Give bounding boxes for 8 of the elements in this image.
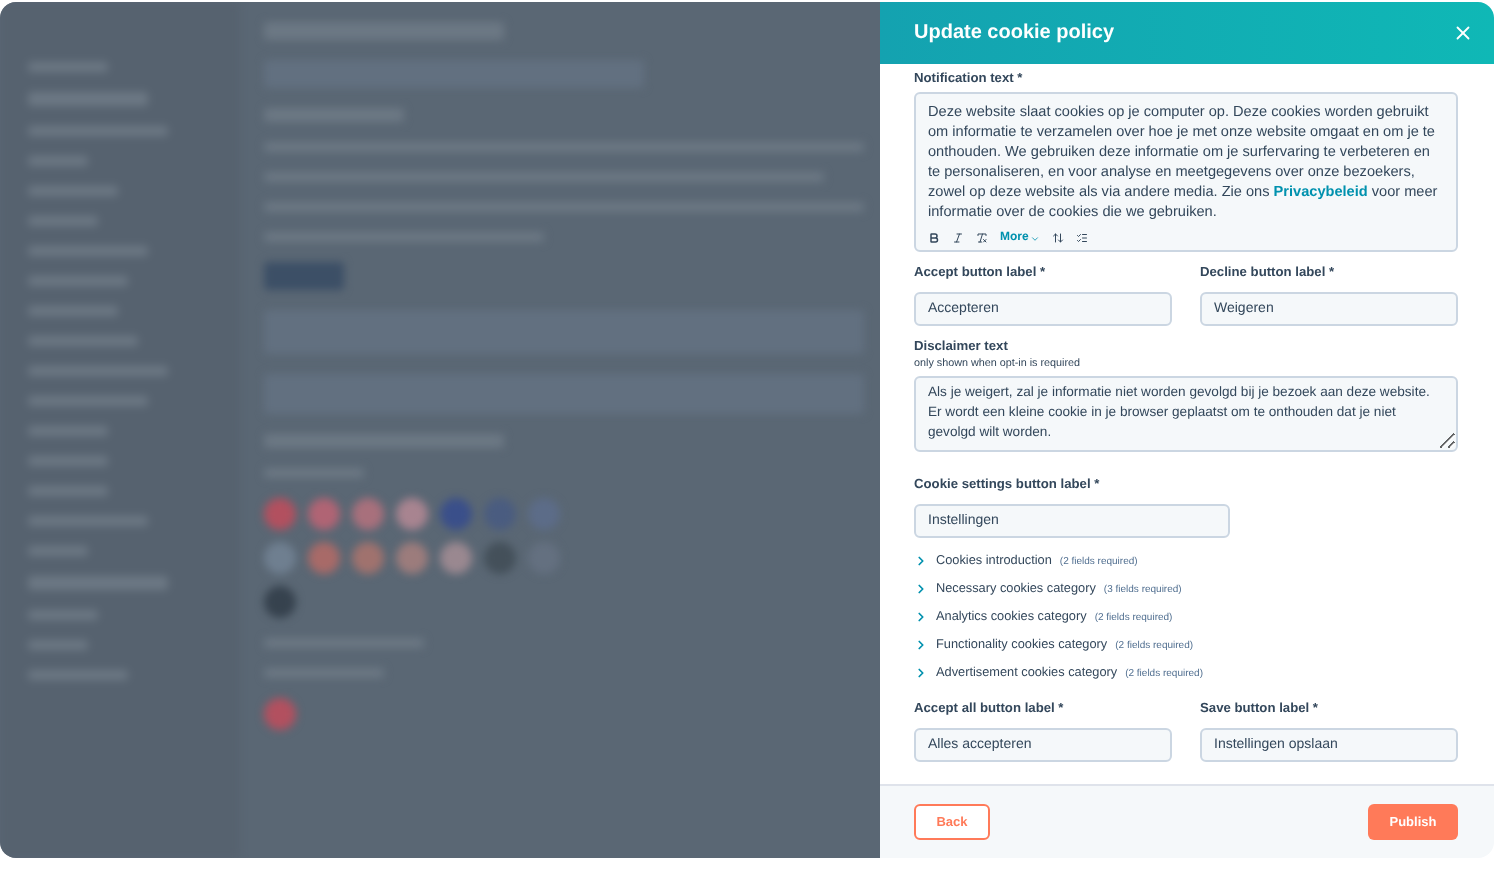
up-down-arrow-icon[interactable] bbox=[1052, 232, 1065, 244]
italic-icon[interactable] bbox=[952, 232, 964, 244]
rich-text-editor[interactable] bbox=[914, 92, 1458, 252]
caret-icon bbox=[1030, 233, 1041, 243]
clear-format-icon[interactable] bbox=[976, 232, 988, 244]
panel-title: Update cookie policy bbox=[914, 22, 1115, 44]
bold-icon[interactable] bbox=[928, 232, 940, 244]
checklist-icon[interactable] bbox=[1076, 232, 1089, 244]
